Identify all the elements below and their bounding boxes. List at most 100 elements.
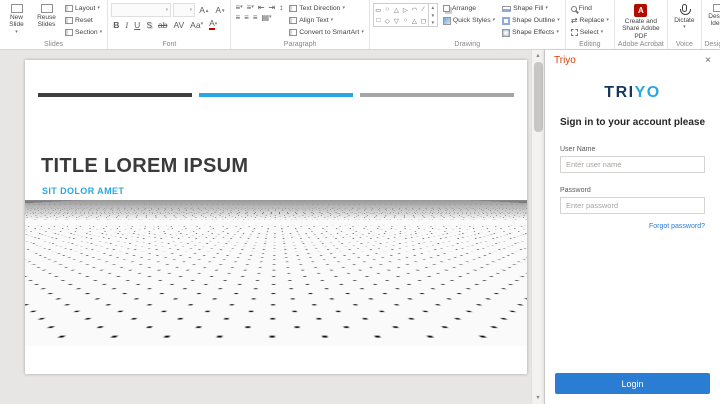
align-center-button[interactable]: ≡ — [243, 13, 250, 22]
align-left-button[interactable]: ≡ — [234, 13, 241, 22]
ribbon: New Slide ▾ Reuse Slides Layout ▾ Reset — [0, 0, 720, 50]
select-button[interactable]: Select ▾ — [569, 27, 611, 38]
text-direction-button[interactable]: Text Direction ▾ — [287, 3, 366, 14]
shape-icon[interactable]: □ — [374, 15, 383, 26]
chevron-down-icon: ▾ — [190, 8, 193, 13]
shape-icon[interactable]: ∕ — [419, 4, 428, 15]
numbering-button[interactable]: ≡ ▾ — [246, 3, 255, 12]
main-area: TITLE LOREM IPSUM SIT DOLOR AMET ▲ ▼ Tri… — [0, 50, 720, 404]
replace-icon: ⇄ — [571, 17, 578, 25]
reset-icon — [65, 17, 73, 24]
shape-outline-button[interactable]: Shape Outline ▾ — [500, 15, 562, 26]
shape-effects-button[interactable]: Shape Effects ▾ — [500, 27, 562, 38]
replace-button[interactable]: ⇄ Replace ▾ — [569, 15, 611, 26]
gallery-down-icon[interactable]: ▼ — [431, 13, 435, 18]
slide-accent-bars — [38, 93, 514, 97]
shape-icon[interactable]: ○ — [401, 15, 410, 26]
gallery-up-icon[interactable]: ▲ — [431, 5, 435, 10]
font-family-select[interactable]: ▾ — [111, 3, 171, 17]
font-size-select[interactable]: ▾ — [173, 3, 195, 17]
shape-icon[interactable]: ◻ — [419, 15, 428, 26]
slide-title[interactable]: TITLE LOREM IPSUM — [41, 155, 248, 178]
forgot-password-link[interactable]: Forgot password? — [649, 223, 705, 230]
reuse-slides-button[interactable]: Reuse Slides — [33, 3, 60, 30]
ribbon-group-paragraph: ≡ ▾ ≡ ▾ ⇤ ⇥ ↕ ≡ ≡ ≡ ▤ — [231, 0, 369, 49]
create-pdf-button[interactable]: A Create and Share Adobe PDF — [618, 3, 664, 41]
new-slide-icon — [11, 4, 23, 13]
username-label: User Name — [560, 146, 705, 153]
shape-icon[interactable]: ▭ — [374, 4, 383, 15]
line-spacing-button[interactable]: ↕ — [278, 3, 284, 12]
username-input[interactable] — [560, 156, 705, 173]
ribbon-group-editing: Find ⇄ Replace ▾ Select ▾ Editing — [566, 0, 615, 49]
underline-button[interactable]: U — [132, 18, 142, 31]
taskpane-header: Triyo × — [545, 50, 720, 68]
login-button[interactable]: Login — [555, 373, 710, 394]
section-icon — [65, 29, 73, 36]
align-right-button[interactable]: ≡ — [252, 13, 259, 22]
slide-canvas[interactable]: TITLE LOREM IPSUM SIT DOLOR AMET — [0, 50, 531, 404]
arrange-button[interactable]: Arrange — [441, 3, 497, 14]
change-case-button[interactable]: Aa ▾ — [188, 18, 205, 31]
shapes-gallery[interactable]: ▭ ○ △ ▷ ◠ ∕ □ ◇ ▽ ○ △ ◻ ▲ ▼ ▼ — [373, 3, 438, 27]
shape-icon[interactable]: ▷ — [401, 4, 410, 15]
shape-icon[interactable]: ▽ — [392, 15, 401, 26]
font-color-button[interactable]: A ▾ — [207, 18, 219, 31]
grow-font-button[interactable]: A▲ — [197, 4, 211, 17]
chevron-down-icon: ▾ — [361, 30, 364, 35]
scroll-up-icon[interactable]: ▲ — [535, 53, 540, 59]
layout-icon — [65, 5, 73, 12]
dictate-button[interactable]: Dictate ▾ — [671, 3, 698, 31]
shape-icon[interactable]: △ — [410, 15, 419, 26]
layout-button[interactable]: Layout ▾ — [63, 3, 104, 14]
find-button[interactable]: Find — [569, 3, 611, 14]
triyo-taskpane: Triyo × TRIYO Sign in to your account pl… — [544, 50, 720, 404]
taskpane-title: Triyo — [554, 55, 576, 66]
chevron-down-icon: ▾ — [606, 18, 609, 23]
strikethrough-button[interactable]: ab — [156, 18, 169, 31]
bullets-button[interactable]: ≡ ▾ — [234, 3, 243, 12]
increase-indent-button[interactable]: ⇥ — [268, 3, 277, 12]
text-shadow-button[interactable]: S — [144, 18, 154, 31]
scrollbar-thumb[interactable] — [534, 62, 543, 132]
slides-group-label: Slides — [0, 41, 107, 49]
shape-icon[interactable]: ◠ — [410, 4, 419, 15]
gallery-more-icon[interactable]: ▼ — [431, 20, 435, 25]
scroll-down-icon[interactable]: ▼ — [535, 395, 540, 401]
shape-icon[interactable]: ◇ — [383, 15, 392, 26]
chevron-down-icon: ▾ — [100, 30, 103, 35]
quick-styles-button[interactable]: Quick Styles ▾ — [441, 15, 497, 26]
chevron-down-icon: ▾ — [493, 18, 496, 23]
slide-image-dots[interactable] — [25, 200, 527, 346]
chevron-down-icon: ▾ — [251, 5, 254, 10]
design-ideas-button[interactable]: Design Ideas — [705, 3, 720, 29]
convert-smartart-button[interactable]: Convert to SmartArt ▾ — [287, 27, 366, 38]
reset-button[interactable]: Reset — [63, 15, 104, 26]
section-button[interactable]: Section ▾ — [63, 27, 104, 38]
canvas-scrollbar[interactable]: ▲ ▼ — [531, 50, 544, 404]
password-input[interactable] — [560, 197, 705, 214]
decrease-indent-button[interactable]: ⇤ — [257, 3, 266, 12]
character-spacing-button[interactable]: AV — [171, 18, 186, 31]
close-icon[interactable]: × — [705, 55, 711, 66]
italic-button[interactable]: I — [123, 18, 130, 31]
shape-icon[interactable]: △ — [392, 4, 401, 15]
bold-button[interactable]: B — [111, 18, 121, 31]
shapes-gallery-scroll[interactable]: ▲ ▼ ▼ — [428, 4, 437, 26]
columns-button[interactable]: ▤ ▾ — [260, 13, 272, 22]
ribbon-group-drawing: ▭ ○ △ ▷ ◠ ∕ □ ◇ ▽ ○ △ ◻ ▲ ▼ ▼ — [370, 0, 566, 49]
new-slide-button[interactable]: New Slide ▾ — [3, 3, 30, 36]
shape-icon[interactable]: ○ — [383, 4, 392, 15]
chevron-down-icon: ▾ — [683, 25, 686, 30]
shrink-font-button[interactable]: A▼ — [213, 4, 227, 17]
slide[interactable]: TITLE LOREM IPSUM SIT DOLOR AMET — [25, 60, 527, 374]
quick-styles-icon — [443, 17, 451, 25]
chevron-down-icon: ▾ — [269, 15, 272, 20]
align-text-button[interactable]: Align Text ▾ — [287, 15, 366, 26]
ribbon-group-font: ▾ ▾ A▲ A▼ B I U S ab AV Aa — [108, 0, 231, 49]
designer-group-label: Designer — [702, 41, 720, 49]
slide-subtitle[interactable]: SIT DOLOR AMET — [42, 186, 124, 196]
chevron-down-icon: ▾ — [557, 18, 560, 23]
chevron-down-icon: ▾ — [201, 22, 204, 27]
shape-fill-button[interactable]: Shape Fill ▾ — [500, 3, 562, 14]
